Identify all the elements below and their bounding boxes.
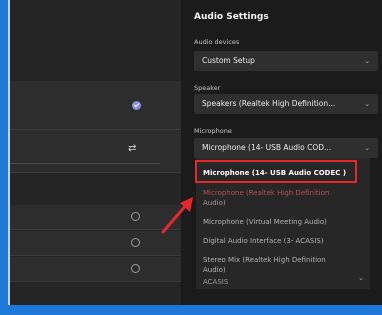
list-item-option-1[interactable] [10,205,181,230]
check-circle-icon [132,101,141,110]
left-frame-border [0,0,8,315]
audio-devices-value: Custom Setup [202,56,255,65]
bottom-frame-border [0,305,382,315]
sliders-icon[interactable]: ⇄ [128,144,136,154]
radio-icon[interactable] [131,238,140,247]
option-realtek-mic-cont[interactable]: Audio) [203,198,363,208]
list-item-selected[interactable] [10,81,181,130]
speaker-dropdown[interactable]: Speakers (Realtek High Definition... ⌄ [194,94,378,114]
microphone-value: Microphone (14- USB Audio COD... [202,143,332,152]
microphone-dropdown[interactable]: Microphone (14- USB Audio COD... ⌄ [194,138,378,158]
radio-icon[interactable] [131,264,140,273]
chevron-down-icon: ⌄ [358,274,364,282]
divider [10,163,160,164]
option-stereo-mix-cont[interactable]: Audio) [203,265,363,275]
chevron-down-icon: ⌄ [364,100,370,108]
option-digital-audio[interactable]: Digital Audio Interface (3- ACASIS) [203,236,363,246]
microphone-label: Microphone [194,127,232,135]
option-acasis[interactable]: ACASIS [203,277,363,287]
list-item-settings[interactable]: ⇄ [10,130,181,173]
arrow-icon [161,197,193,234]
list-item-option-2[interactable] [10,231,181,256]
option-stereo-mix[interactable]: Stereo Mix (Realtek High Definition [203,255,363,265]
chevron-down-icon: ⌄ [364,144,370,152]
panel-title: Audio Settings [194,12,269,22]
highlight-box [195,160,357,183]
chevron-down-icon: ⌄ [364,57,370,65]
radio-icon[interactable] [131,212,140,221]
option-realtek-mic[interactable]: Microphone (Realtek High Definition [203,188,363,198]
speaker-label: Speaker [194,84,221,92]
list-item-option-3[interactable] [10,257,181,282]
left-pane: ⇄ [10,0,181,305]
audio-devices-dropdown[interactable]: Custom Setup ⌄ [194,51,378,71]
speaker-value: Speakers (Realtek High Definition... [202,99,336,108]
audio-devices-label: Audio devices [194,38,240,46]
option-virtual-meeting[interactable]: Microphone (Virtual Meeting Audio) [203,217,363,227]
